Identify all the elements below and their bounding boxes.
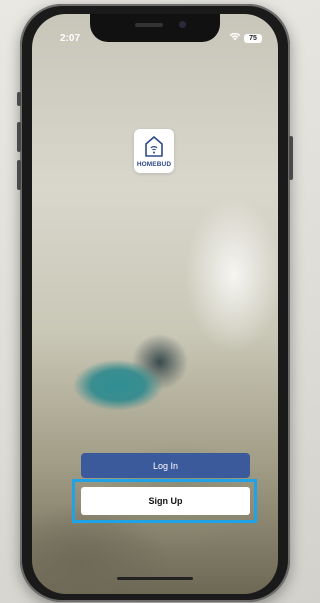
logo-text: HOMEBUD (136, 161, 172, 168)
status-icons: 75 (229, 32, 262, 44)
status-time: 2:07 (60, 33, 81, 44)
signup-button[interactable]: Sign Up (81, 487, 250, 515)
app-screen: 2:07 75 HOMEBUD Log In Sign Up (32, 14, 278, 594)
notch (90, 14, 220, 42)
phone-frame: 2:07 75 HOMEBUD Log In Sign Up (17, 4, 293, 602)
battery-indicator: 75 (244, 33, 262, 43)
speaker (135, 23, 163, 27)
silent-switch (17, 92, 21, 106)
house-wifi-icon (145, 136, 163, 157)
login-button[interactable]: Log In (81, 453, 250, 478)
volume-down-button (17, 160, 21, 190)
camera (179, 21, 186, 28)
wifi-icon (229, 32, 241, 44)
home-indicator (117, 577, 193, 580)
volume-up-button (17, 122, 21, 152)
power-button (289, 136, 293, 180)
app-logo: HOMEBUD (134, 129, 174, 173)
